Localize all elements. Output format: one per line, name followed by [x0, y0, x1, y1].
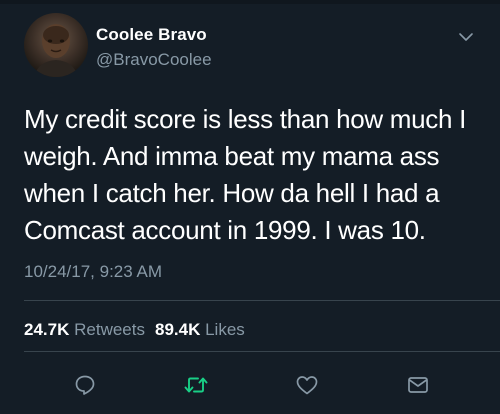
avatar-image [34, 24, 78, 77]
user-handle[interactable]: @BravoCoolee [96, 50, 212, 70]
display-name[interactable]: Coolee Bravo [96, 25, 207, 45]
direct-message-button[interactable] [405, 372, 431, 398]
tweet-timestamp[interactable]: 10/24/17, 9:23 AM [24, 262, 162, 282]
retweets-stat[interactable]: 24.7K Retweets [24, 320, 145, 339]
likes-label: Likes [205, 320, 245, 339]
divider [24, 351, 500, 352]
retweets-count: 24.7K [24, 320, 70, 339]
likes-stat[interactable]: 89.4K Likes [155, 320, 245, 339]
reply-button[interactable] [72, 372, 98, 398]
avatar[interactable] [24, 13, 88, 77]
top-edge [0, 0, 500, 4]
tweet-text: My credit score is less than how much I … [24, 104, 467, 245]
divider [24, 300, 500, 301]
chevron-down-icon[interactable] [458, 30, 474, 42]
engagement-stats: 24.7K Retweets 89.4K Likes [24, 320, 245, 340]
likes-count: 89.4K [154, 320, 201, 339]
retweet-button[interactable] [183, 372, 209, 398]
heart-icon [296, 376, 318, 395]
retweet-icon [184, 377, 208, 393]
mail-icon [408, 377, 428, 393]
like-button[interactable] [294, 372, 320, 398]
reply-icon [75, 375, 95, 395]
retweets-label: Retweets [74, 320, 145, 339]
